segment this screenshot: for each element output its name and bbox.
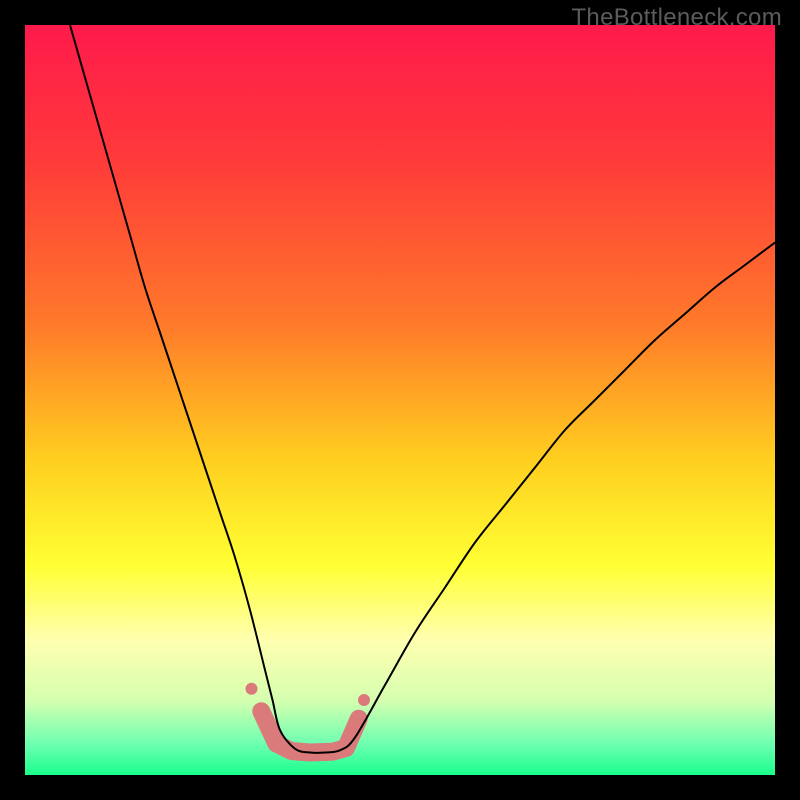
marker-dot-1 bbox=[358, 694, 370, 706]
gradient-background bbox=[25, 25, 775, 775]
chart-svg bbox=[25, 25, 775, 775]
watermark-text: TheBottleneck.com bbox=[571, 4, 782, 32]
marker-dot-0 bbox=[246, 683, 258, 695]
chart-frame: TheBottleneck.com bbox=[0, 0, 800, 800]
plot-area bbox=[25, 25, 775, 775]
